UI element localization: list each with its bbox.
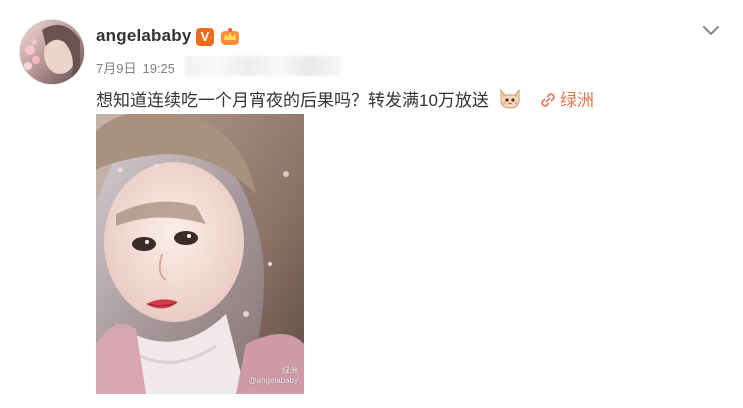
avatar[interactable] bbox=[20, 20, 84, 84]
post-photo[interactable]: 绿洲 @angelababy bbox=[96, 114, 304, 394]
username[interactable]: angelababy bbox=[96, 26, 192, 46]
verified-v-icon[interactable]: V bbox=[196, 28, 214, 46]
portrait-image bbox=[96, 114, 304, 394]
link-icon bbox=[540, 92, 556, 108]
watermark-line1: 绿洲 bbox=[282, 366, 298, 375]
post-meta: 7月9日 19:25 bbox=[96, 58, 175, 77]
post-time[interactable]: 19:25 bbox=[142, 61, 175, 76]
weibo-post-card: angelababy V 7月9日 19:25 想知道连续吃一个月宵夜的后果吗？转… bbox=[0, 0, 743, 408]
oasis-link[interactable]: 绿洲 bbox=[540, 86, 594, 111]
photo-watermark: 绿洲 @angelababy bbox=[249, 366, 299, 386]
post-date[interactable]: 7月9日 bbox=[96, 61, 136, 76]
chevron-down-icon[interactable] bbox=[701, 20, 721, 40]
member-crown-icon[interactable] bbox=[220, 26, 240, 46]
oasis-link-label: 绿洲 bbox=[560, 91, 594, 110]
watermark-line2: @angelababy bbox=[248, 376, 299, 385]
redacted-source bbox=[185, 56, 341, 76]
post-text: 想知道连续吃一个月宵夜的后果吗？转发满10万放送 bbox=[96, 91, 489, 110]
cat-emoji-icon bbox=[497, 84, 523, 110]
avatar-image bbox=[20, 20, 84, 84]
